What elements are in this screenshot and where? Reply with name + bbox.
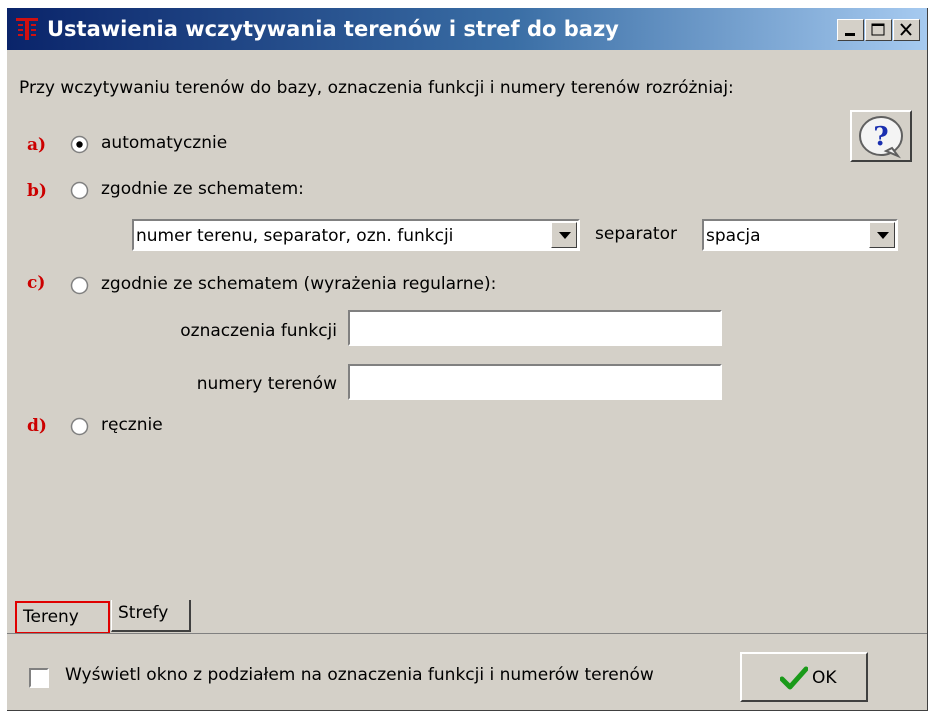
option-b-letter: b) xyxy=(27,181,47,201)
option-a-radio[interactable] xyxy=(70,135,89,154)
option-c-label[interactable]: zgodnie ze schematem (wyrażenia regularn… xyxy=(101,274,496,294)
scheme-combo[interactable]: numer terenu, separator, ozn. funkcji xyxy=(132,219,580,251)
maximize-icon xyxy=(871,23,885,36)
chevron-down-icon xyxy=(559,232,571,239)
close-button[interactable] xyxy=(893,19,920,41)
tab-bar: Tereny Strefy xyxy=(7,600,927,640)
app-logo-icon xyxy=(16,18,38,40)
option-c-radio[interactable] xyxy=(70,276,89,295)
option-c-letter: c) xyxy=(27,273,46,293)
ok-button-label: OK xyxy=(812,668,837,688)
dialog-window: Ustawienia wczytywania terenów i stref d… xyxy=(7,8,928,711)
window-title: Ustawienia wczytywania terenów i stref d… xyxy=(47,17,619,41)
minimize-button[interactable] xyxy=(837,19,864,41)
title-bar[interactable]: Ustawienia wczytywania terenów i stref d… xyxy=(7,8,927,50)
option-a-letter: a) xyxy=(27,135,47,155)
scheme-combo-value: numer terenu, separator, ozn. funkcji xyxy=(136,226,454,246)
tab-strefy-label: Strefy xyxy=(118,603,169,623)
option-d-radio[interactable] xyxy=(70,417,89,436)
ok-button[interactable]: OK xyxy=(740,652,868,702)
maximize-button[interactable] xyxy=(865,19,892,41)
option-d-letter: d) xyxy=(27,416,47,436)
split-window-checkbox-label[interactable]: Wyświetl okno z podziałem na oznaczenia … xyxy=(65,665,654,685)
functions-label: oznaczenia funkcji xyxy=(180,321,337,341)
option-b-radio[interactable] xyxy=(70,181,89,200)
help-button[interactable]: ? xyxy=(850,110,912,162)
tab-strefy[interactable]: Strefy xyxy=(111,600,191,632)
question-mark-icon: ? xyxy=(859,116,903,159)
numbers-input[interactable] xyxy=(348,364,722,400)
svg-text:?: ? xyxy=(873,122,888,152)
option-b-label[interactable]: zgodnie ze schematem: xyxy=(101,179,304,199)
split-window-checkbox[interactable] xyxy=(29,668,49,688)
minimize-icon xyxy=(845,33,855,36)
separator-label: separator xyxy=(595,224,677,244)
separator-combo[interactable]: spacja xyxy=(702,219,898,251)
scheme-combo-dropdown-button[interactable] xyxy=(551,222,577,248)
checkmark-icon xyxy=(780,666,808,690)
tab-tereny-label: Tereny xyxy=(23,607,79,627)
tab-divider xyxy=(7,633,927,634)
separator-combo-value: spacja xyxy=(706,226,761,246)
prompt-text: Przy wczytywaniu terenów do bazy, oznacz… xyxy=(19,78,734,98)
option-a-label[interactable]: automatycznie xyxy=(101,133,227,153)
option-d-label[interactable]: ręcznie xyxy=(101,415,163,435)
tab-tereny[interactable]: Tereny xyxy=(15,601,110,634)
numbers-label: numery terenów xyxy=(196,374,337,394)
close-icon xyxy=(900,23,912,36)
chevron-down-icon xyxy=(877,232,889,239)
functions-input[interactable] xyxy=(348,310,722,346)
separator-combo-dropdown-button[interactable] xyxy=(869,222,895,248)
